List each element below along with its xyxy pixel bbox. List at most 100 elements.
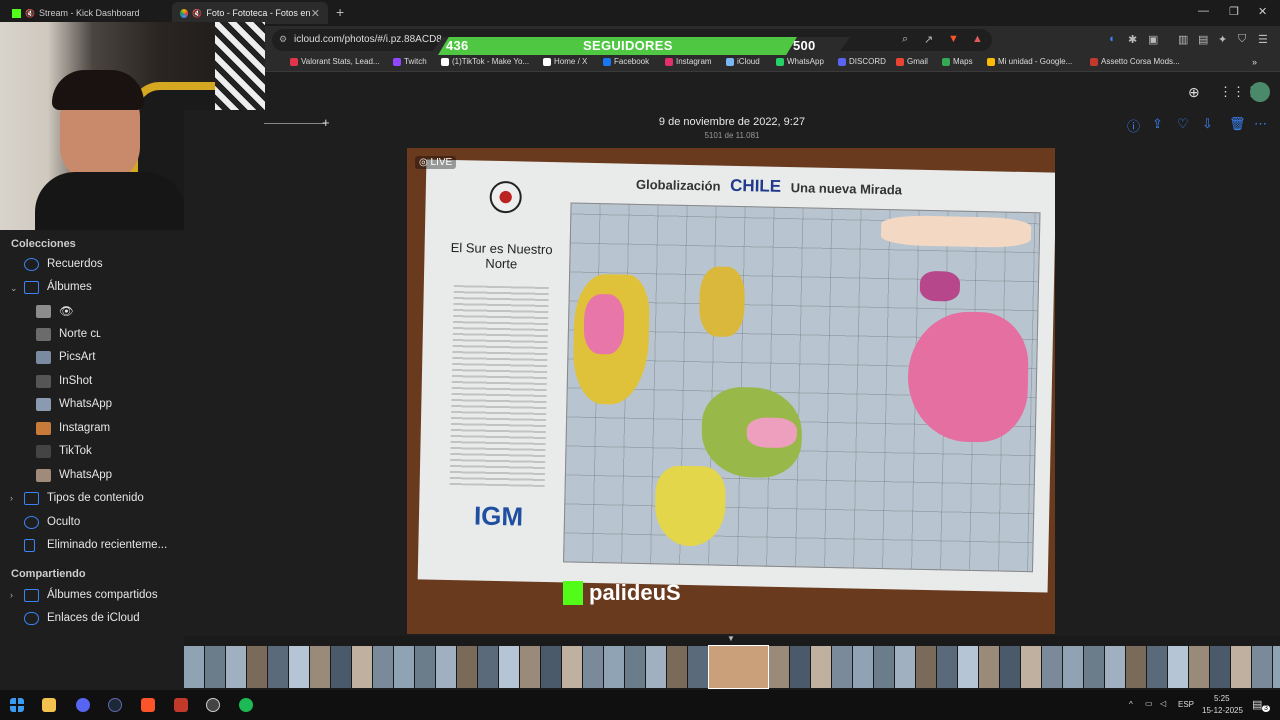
photo-thumbnail[interactable] [247, 646, 267, 688]
photo-thumbnail[interactable] [958, 646, 978, 688]
new-tab-button[interactable]: + [336, 4, 344, 20]
vpn-icon[interactable]: ▤ [1198, 33, 1208, 46]
sidebar-item-album-instagram[interactable]: Instagram [36, 418, 110, 438]
sidebar-item-album-eye[interactable]: 👁 [36, 301, 74, 321]
close-tab-icon[interactable]: ✕ [311, 7, 320, 20]
download-icon[interactable]: ⇩ [1202, 116, 1213, 132]
tab-icloud-photos[interactable]: 🔇 Foto - Fototeca - Fotos en iCl... ✕ [172, 2, 328, 24]
photo-thumbnail[interactable] [646, 646, 666, 688]
sidebar-item-albumes-compartidos[interactable]: Álbumes compartidos [24, 585, 158, 605]
sidebar-item-album-whatsapp[interactable]: WhatsApp [36, 394, 112, 414]
photo-thumbnail[interactable] [268, 646, 288, 688]
photo-thumbnail[interactable] [541, 646, 561, 688]
notifications-icon[interactable]: ▤ [1252, 698, 1262, 711]
bookmark-whatsapp[interactable]: WhatsApp [776, 57, 824, 66]
audio-icon[interactable]: ◖ [1108, 33, 1115, 45]
photo-thumbnail[interactable] [562, 646, 582, 688]
photo-thumbnail[interactable] [520, 646, 540, 688]
volume-icon[interactable]: ◁ [1160, 699, 1166, 708]
photo-thumbnail[interactable] [1105, 646, 1125, 688]
bookmark-tiktok[interactable]: (1)TikTok - Make Yo... [441, 57, 529, 66]
sidebar-item-albumes[interactable]: Álbumes [24, 277, 92, 297]
minimize-button[interactable]: — [1198, 5, 1209, 17]
photo-thumbnail[interactable] [916, 646, 936, 688]
photo-thumbnail[interactable] [436, 646, 456, 688]
more-options-icon[interactable]: ⋯ [1254, 116, 1267, 132]
photo-thumbnail[interactable] [790, 646, 810, 688]
close-window-button[interactable]: ✕ [1258, 5, 1267, 18]
photo-thumbnail[interactable] [1063, 646, 1083, 688]
photo-thumbnail[interactable] [708, 645, 769, 689]
sidebar-toggle-icon[interactable]: ▥ [1178, 33, 1188, 46]
photo-thumbnail[interactable] [811, 646, 831, 688]
sidebar-item-tipos-de-contenido[interactable]: Tipos de contenido [24, 488, 144, 508]
photo-thumbnail[interactable] [979, 646, 999, 688]
photo-thumbnail[interactable] [457, 646, 477, 688]
bookmark-valorant[interactable]: Valorant Stats, Lead... [290, 57, 380, 66]
photo-thumbnail[interactable] [853, 646, 873, 688]
file-explorer-icon[interactable] [42, 698, 56, 712]
tab-kick-dashboard[interactable]: 🔇 Stream - Kick Dashboard [4, 2, 170, 24]
menu-icon[interactable]: ☰ [1258, 33, 1268, 46]
favorite-heart-icon[interactable]: ♡ [1177, 116, 1189, 132]
chevron-down-icon[interactable]: ⌄ [10, 283, 18, 294]
steam-icon[interactable] [108, 698, 122, 712]
photo-thumbnail[interactable] [352, 646, 372, 688]
bookmark-icloud[interactable]: iCloud [726, 57, 760, 66]
photo-thumbnail[interactable] [583, 646, 603, 688]
language-indicator[interactable]: ESP [1178, 700, 1194, 709]
photo-thumbnail[interactable] [1252, 646, 1272, 688]
share-icon[interactable]: ⇪ [1152, 116, 1163, 132]
photo-thumbnail[interactable] [1147, 646, 1167, 688]
leo-ai-icon[interactable]: ✦ [1218, 33, 1227, 46]
photo-thumbnail[interactable] [1273, 646, 1280, 688]
photo-thumbnail[interactable] [688, 646, 708, 688]
photo-thumbnail[interactable] [1042, 646, 1062, 688]
bookmark-gmail[interactable]: Gmail [896, 57, 928, 66]
app-icon[interactable] [174, 698, 188, 712]
sidebar-item-album-tiktok[interactable]: TikTok [36, 441, 92, 461]
windows-start-icon[interactable] [10, 698, 24, 712]
photo-thumbnail[interactable] [667, 646, 687, 688]
photo-thumbnail[interactable] [625, 646, 645, 688]
bookmark-google-drive[interactable]: Mi unidad - Google... [987, 57, 1072, 66]
photo-thumbnail[interactable] [937, 646, 957, 688]
bookmark-assetto-corsa[interactable]: Assetto Corsa Mods... [1090, 57, 1180, 66]
photo-thumbnail[interactable] [1189, 646, 1209, 688]
photo-thumbnail[interactable] [289, 646, 309, 688]
photo-thumbnail[interactable] [310, 646, 330, 688]
chevron-right-icon[interactable]: › [10, 493, 13, 503]
clock-date[interactable]: 15-12-2025 [1202, 706, 1243, 715]
bookmark-facebook[interactable]: Facebook [603, 57, 649, 66]
sidebar-item-recuerdos[interactable]: Recuerdos [24, 254, 103, 274]
shield-icon[interactable]: ⛉ [1238, 33, 1246, 46]
photo-image[interactable]: Globalización CHILE Una nueva Mirada El … [407, 148, 1055, 634]
brave-rewards-icon[interactable]: ▲ [972, 33, 983, 45]
brave-browser-icon[interactable] [141, 698, 155, 712]
add-icon[interactable]: ⊕ [1188, 84, 1200, 101]
photo-thumbnail[interactable] [895, 646, 915, 688]
info-icon[interactable]: ⓘ [1127, 116, 1140, 135]
discord-icon[interactable] [76, 698, 90, 712]
photo-thumbnail[interactable] [205, 646, 225, 688]
photo-thumbnail[interactable] [1084, 646, 1104, 688]
sidebar-item-album-norte[interactable]: Norte ᴄʟ [36, 324, 101, 344]
obs-icon[interactable] [206, 698, 220, 712]
photo-thumbnail[interactable] [604, 646, 624, 688]
photo-thumbnail[interactable] [184, 646, 204, 688]
zoom-icon[interactable]: ⌕ [902, 33, 908, 46]
photo-thumbnail[interactable] [832, 646, 852, 688]
sidebar-item-album-whatsapp-2[interactable]: WhatsApp [36, 465, 112, 485]
photo-thumbnail[interactable] [478, 646, 498, 688]
bookmark-x[interactable]: Home / X [543, 57, 587, 66]
sidebar-item-album-inshot[interactable]: InShot [36, 371, 92, 391]
photo-thumbnail[interactable] [874, 646, 894, 688]
clock-time[interactable]: 5:25 [1214, 694, 1230, 703]
share-icon[interactable]: ↗ [924, 33, 933, 46]
bookmark-maps[interactable]: Maps [942, 57, 973, 66]
photo-thumbnail[interactable] [1021, 646, 1041, 688]
sidebar-item-album-picsart[interactable]: PicsArt [36, 347, 95, 367]
bookmark-instagram[interactable]: Instagram [665, 57, 712, 66]
live-photo-badge[interactable]: ◎ LIVE [415, 156, 457, 169]
sidebar-item-eliminado-recientemente[interactable]: Eliminado recienteme... [24, 535, 167, 555]
